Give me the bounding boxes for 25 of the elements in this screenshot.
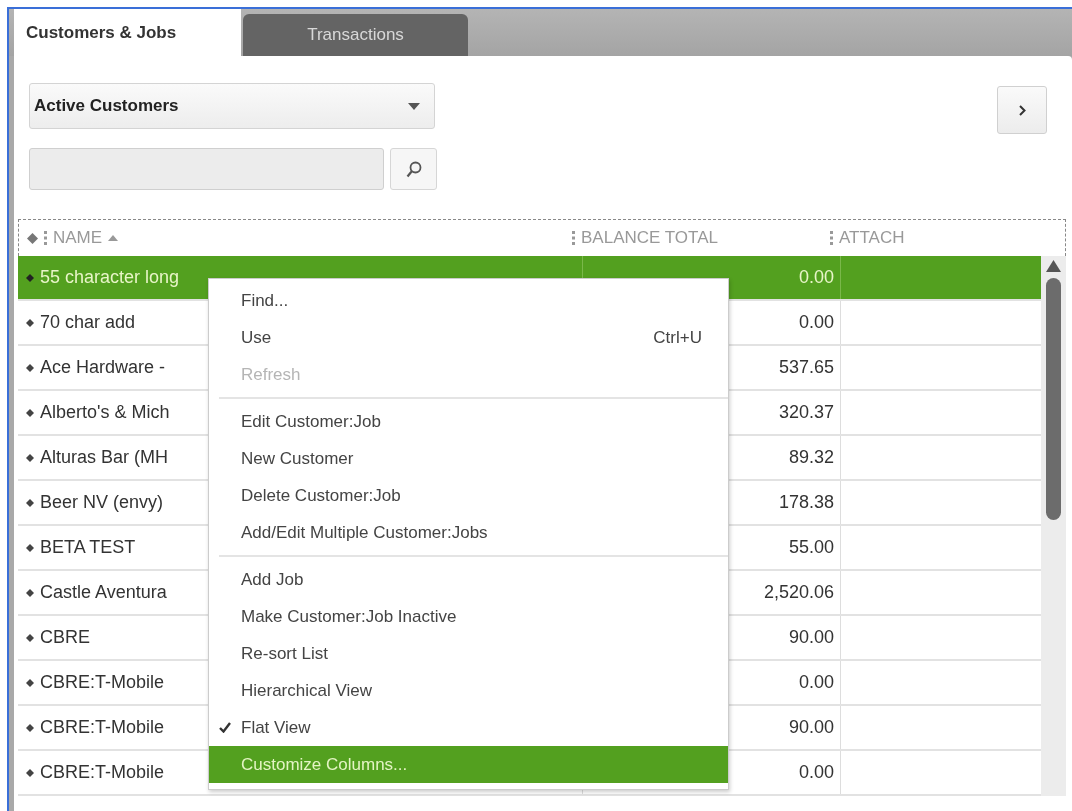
table-cell: Alberto's & Mich <box>40 402 170 423</box>
table-cell: 90.00 <box>788 717 834 738</box>
table-cell: CBRE:T-Mobile <box>40 717 165 738</box>
table-cell: 70 char add <box>40 312 136 333</box>
table-cell: 178.38 <box>778 492 834 513</box>
table-cell: 320.37 <box>778 402 834 423</box>
table-cell: 537.65 <box>778 357 834 378</box>
table-cell: Alturas Bar (MH <box>40 447 169 468</box>
shortcut-label: Ctrl+U <box>653 327 702 348</box>
table-cell: 0.00 <box>798 312 834 333</box>
table-cell: 89.32 <box>788 447 834 468</box>
table-cell: 2,520.06 <box>763 582 834 603</box>
table-cell: 55.00 <box>788 537 834 558</box>
table-cell: 55 character long <box>40 267 180 288</box>
table-cell: CBRE:T-Mobile <box>40 672 165 693</box>
table-cell: 90.00 <box>788 627 834 648</box>
table-cell: Ace Hardware - <box>40 357 166 378</box>
table-cell: 0.00 <box>798 267 834 288</box>
table-cell: 0.00 <box>798 672 834 693</box>
table-cell: 0.00 <box>798 762 834 783</box>
table-cell: CBRE:T-Mobile <box>40 762 165 783</box>
table-cell: CBRE <box>40 627 90 648</box>
table-cell: Beer NV (envy) <box>40 492 164 513</box>
table-cell: Castle Aventura <box>40 582 167 603</box>
table-cell: BETA TEST <box>40 537 136 558</box>
